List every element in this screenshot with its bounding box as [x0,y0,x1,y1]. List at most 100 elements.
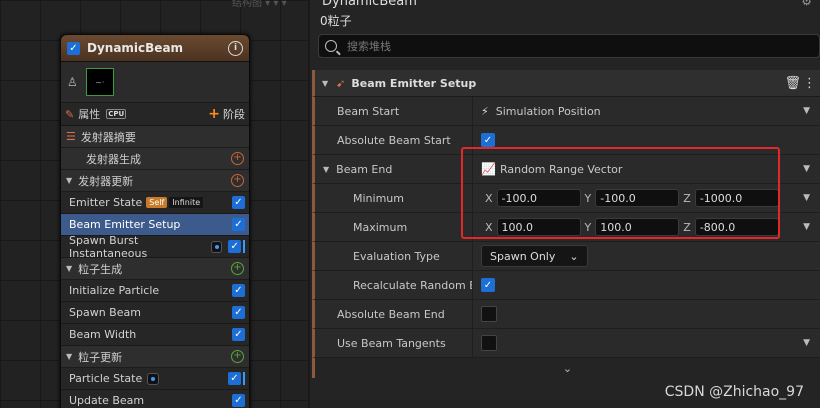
node-graph[interactable]: 结构图 ▾ ▾ ▾ ✓ DynamicBeam i ♙ ~· ✎ 属性 CPU … [0,0,308,408]
collapse-icon[interactable]: ▼ [66,176,72,185]
section-emitter-spawn[interactable]: 发射器生成 + [61,148,249,170]
chevron-down-icon[interactable]: ⌄ [563,362,572,375]
beam-start-value[interactable]: ⚡ Simulation Position ▼ [473,97,820,125]
section-particle-update[interactable]: ▼ 粒子更新 + [61,346,249,368]
module-beam-width[interactable]: Beam Width ✓ [61,324,249,346]
module-label: Beam Emitter Setup [69,218,181,231]
section-emitter-summary[interactable]: ☰ 发射器摘要 [61,126,249,148]
prop-recalculate: Recalculate Random E ✓ [312,271,820,300]
dropdown-value: Spawn Only [490,249,556,263]
chevron-down-icon[interactable]: ▼ [803,193,810,203]
add-module-icon[interactable]: + [231,350,244,363]
chevron-down-icon[interactable]: ▼ [803,338,810,348]
search-input[interactable] [345,38,749,54]
properties-label[interactable]: 属性 [78,106,100,122]
module-enabled-checkbox[interactable]: ✓ [228,240,242,253]
section-label: 发射器摘要 [80,130,136,144]
add-stage-button[interactable]: + 阶段 [208,106,245,122]
module-label: Emitter State [69,196,143,209]
settings-icon[interactable]: ⚙ [801,0,812,8]
emitter-thumbnail[interactable]: ~· [85,68,114,96]
emitter-enabled-checkbox[interactable]: ✓ [67,41,80,55]
module-initialize-particle[interactable]: Initialize Particle ✓ [61,280,249,302]
module-particle-state[interactable]: Particle State ✓ [61,368,249,390]
min-y-field[interactable]: -100.0 [595,189,680,207]
section-label: 发射器更新 [78,174,134,188]
prop-label: Absolute Beam End [315,300,473,328]
node-header[interactable]: ✓ DynamicBeam i [61,35,249,62]
module-enabled-checkbox[interactable]: ✓ [228,372,241,385]
property-list: ▼ ➹ Beam Emitter Setup 🗑 ⋮ Beam Start ⚡ … [312,70,820,378]
module-spawn-beam[interactable]: Spawn Beam ✓ [61,302,249,324]
prop-label: Beam Start [315,97,473,125]
category-beam-emitter-setup[interactable]: ▼ ➹ Beam Emitter Setup 🗑 ⋮ [312,70,820,97]
trash-icon[interactable]: 🗑 [784,76,801,91]
dynamic-input-icon[interactable] [211,240,223,253]
stage-bar: ✎ 属性 CPU + 阶段 [61,103,249,126]
z-axis-label: Z [683,220,691,234]
y-axis-label: Y [584,220,592,234]
module-enabled-checkbox[interactable]: ✓ [232,196,245,209]
dynamic-input-icon[interactable] [147,372,160,385]
module-enabled-checkbox[interactable]: ✓ [232,394,245,407]
module-enabled-checkbox[interactable]: ✓ [232,328,245,341]
plug-icon: ⚡ [481,104,489,118]
max-x-field[interactable]: 100.0 [496,218,581,236]
module-emitter-state[interactable]: Emitter State Self Infinite ✓ [61,192,249,214]
module-label: Spawn Beam [69,306,141,319]
value-text: Random Range Vector [499,162,623,176]
module-label: Beam Width [69,328,137,341]
module-enabled-checkbox[interactable]: ✓ [232,284,245,297]
add-module-icon[interactable]: + [231,152,244,165]
collapse-icon[interactable]: ▼ [323,165,329,174]
module-update-beam[interactable]: Update Beam ✓ [61,390,249,408]
prop-maximum: Maximum X 100.0 Y 100.0 Z -800.0 ▼ [312,213,820,242]
collapse-icon[interactable]: ▼ [322,79,328,88]
x-axis-label: X [485,191,493,205]
module-enabled-checkbox[interactable]: ✓ [232,306,245,319]
absolute-beam-end-checkbox[interactable] [481,306,497,322]
add-module-icon[interactable]: + [231,174,244,187]
evaluation-type-dropdown[interactable]: Spawn Only ⌄ [481,245,588,267]
more-options-icon[interactable]: ⋮ [803,76,816,91]
watermark: CSDN @Zhichao_97 [664,384,804,400]
show-advanced-row[interactable]: ⌄ [312,358,820,378]
module-spawn-burst[interactable]: Spawn Burst Instantaneous ✓ [61,233,249,260]
min-z-field[interactable]: -1000.0 [694,189,779,207]
stack-search[interactable] [318,34,820,58]
graph-top-text: 结构图 ▾ ▾ ▾ [232,0,287,9]
collapse-icon[interactable]: ▼ [66,352,72,361]
prop-label: Evaluation Type [315,242,473,270]
absolute-beam-start-checkbox[interactable]: ✓ [481,133,495,147]
use-beam-tangents-checkbox[interactable] [481,335,497,351]
x-axis-label: X [485,220,493,234]
info-icon[interactable]: i [228,40,243,56]
prop-use-beam-tangents: Use Beam Tangents ▼ [312,329,820,358]
prop-label-wrap[interactable]: ▼ Beam End [315,155,473,183]
prop-minimum: Minimum X -100.0 Y -100.0 Z -1000.0 ▼ [312,184,820,213]
emitter-node[interactable]: ✓ DynamicBeam i ♙ ~· ✎ 属性 CPU + 阶段 ☰ 发射器… [60,34,250,408]
recalculate-checkbox[interactable]: ✓ [481,278,495,292]
collapse-icon[interactable]: ▼ [66,264,72,273]
module-enabled-checkbox[interactable]: ✓ [232,218,245,231]
chevron-down-icon[interactable]: ▼ [803,222,810,232]
list-icon: ☰ [66,130,76,143]
prop-label: Use Beam Tangents [315,329,473,357]
prop-beam-end: ▼ Beam End 📈 Random Range Vector ▼ [312,155,820,184]
module-label: Spawn Burst Instantaneous [69,233,148,260]
max-y-field[interactable]: 100.0 [595,218,680,236]
beam-end-value[interactable]: 📈 Random Range Vector ▼ [473,155,820,183]
add-module-icon[interactable]: + [231,262,244,275]
module-label: Particle State [69,372,143,385]
prop-absolute-beam-start: Absolute Beam Start ✓ [312,126,820,155]
chevron-down-icon[interactable]: ▼ [803,106,810,116]
cpu-badge: CPU [106,109,127,119]
infinite-badge: Infinite [169,197,204,208]
node-title: DynamicBeam [87,41,184,55]
prop-label: Maximum [315,213,473,241]
min-x-field[interactable]: -100.0 [496,189,581,207]
chevron-down-icon[interactable]: ▼ [803,164,810,174]
section-emitter-update[interactable]: ▼ 发射器更新 + [61,170,249,192]
section-particle-spawn[interactable]: ▼ 粒子生成 + [61,258,249,280]
max-z-field[interactable]: -800.0 [694,218,779,236]
